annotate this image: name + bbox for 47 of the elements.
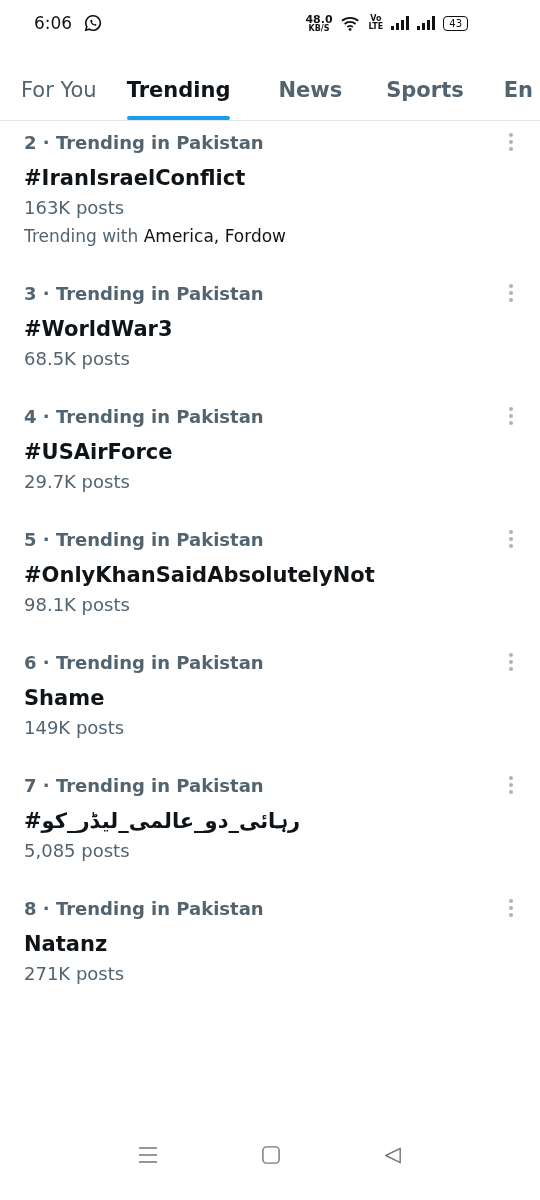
more-options-icon[interactable] [508,529,514,549]
more-options-icon[interactable] [508,652,514,672]
speed-unit: KB/S [308,24,330,33]
trend-title[interactable]: #WorldWar3 [24,314,173,344]
signal-icon [417,16,436,30]
more-options-icon[interactable] [508,406,514,426]
tab[interactable]: For You [21,46,97,120]
network-speed: 48.0 [305,13,333,25]
trend-context: 8 · Trending in Pakistan [24,897,264,919]
post-count: 68.5K posts [24,348,131,369]
wifi-icon [340,15,361,31]
trend-context: 4 · Trending in Pakistan [24,405,264,427]
tab[interactable]: Sports [386,46,464,120]
trend-title[interactable]: #IranIsraelConflict [24,163,246,193]
trend-title[interactable]: #USAirForce [24,437,173,467]
trend-context: 3 · Trending in Pakistan [24,282,264,304]
clock-time: 6:06 [34,13,73,33]
tab[interactable]: En [503,46,533,120]
tab[interactable]: News [278,46,343,120]
volte-label: Vo [370,15,382,23]
trend-title[interactable]: Shame [24,683,105,713]
menu-icon[interactable] [138,1146,158,1164]
more-options-icon[interactable] [508,775,514,795]
post-count: 5,085 posts [24,840,131,861]
back-icon[interactable] [384,1145,402,1165]
trend-title[interactable]: #رہائی_دو_عالمی_لیڈر_کو [24,806,301,836]
more-options-icon[interactable] [508,132,514,152]
post-count: 271K posts [24,963,126,984]
lte-label: LTE [368,23,384,31]
home-icon[interactable] [262,1146,280,1164]
trend-context: 6 · Trending in Pakistan [24,651,264,673]
tab[interactable]: Trending [126,46,231,120]
signal-icon [391,16,410,30]
more-options-icon[interactable] [508,283,514,303]
post-count: 163K posts [24,197,126,218]
trend-context: 5 · Trending in Pakistan [24,528,264,550]
chat-bubble-icon [84,14,103,32]
trend-title[interactable]: Natanz [24,929,108,959]
trend-title[interactable]: #OnlyKhanSaidAbsolutelyNot [24,560,375,590]
post-count: 98.1K posts [24,594,131,615]
trend-context: 7 · Trending in Pakistan [24,774,264,796]
trend-context: 2 · Trending in Pakistan [24,131,264,153]
trending-with: Trending with America, Fordow [24,226,287,246]
post-count: 29.7K posts [24,471,131,492]
more-options-icon[interactable] [508,898,514,918]
post-count: 149K posts [24,717,126,738]
battery-level: 43 [443,15,468,31]
